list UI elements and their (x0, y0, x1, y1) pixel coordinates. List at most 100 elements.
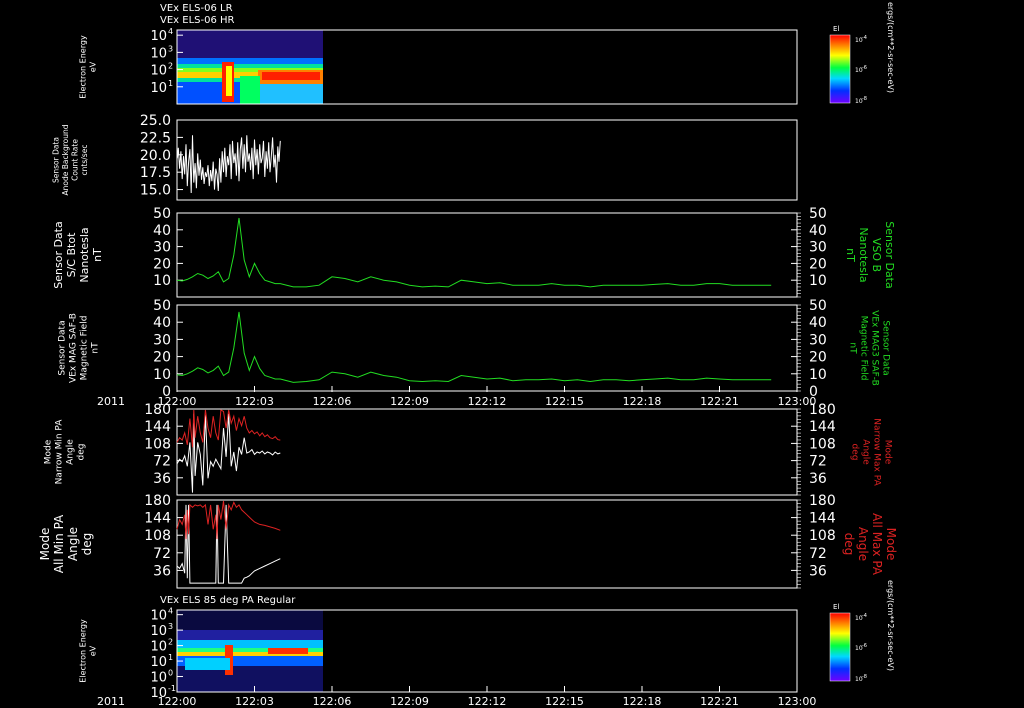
p5-ytick-label-0: 36 (153, 471, 171, 487)
p5-right-label-line-1: Narrow Max PA (872, 418, 882, 486)
p2-ylabel-line-0: Sensor Data (51, 137, 60, 183)
p3-ylabel-line-0: Sensor Data (52, 221, 65, 288)
p3-ytick-right-label-4: 50 (809, 206, 827, 222)
p7-ytick-exp-5: 4 (168, 607, 173, 616)
p1-ytick-exp-0: 1 (168, 79, 173, 88)
p3-ytick-right-label-0: 10 (809, 273, 827, 289)
p2-ytick-label-1: 17.5 (140, 165, 171, 181)
p4-xtick-label-2: 122:06 (313, 395, 352, 408)
p6-ylabel-line-2: Angle (66, 527, 80, 561)
panel1-spectrogram (177, 30, 323, 104)
p4-xtick-label-7: 122:21 (700, 395, 739, 408)
p4-ytick-right-label-4: 40 (809, 315, 827, 331)
p5-ytick-right-label-0: 36 (809, 471, 827, 487)
p7-xtick-label-8: 123:00 (778, 695, 817, 708)
p4-ylabel-line-3: nT (91, 342, 101, 354)
p1-ytick-label-3: 10 (150, 29, 167, 44)
p7-ytick-exp-3: 2 (168, 638, 173, 647)
p7-xtick-label-4: 122:12 (468, 695, 507, 708)
p5-ytick-right-label-2: 108 (809, 436, 836, 452)
p4-right-label-line-2: Magnetic Field (859, 316, 869, 381)
p4-ytick-right-label-1: 10 (809, 367, 827, 383)
p4-ytick-right-label-5: 50 (809, 298, 827, 314)
p6-ytick-right-label-0: 36 (809, 563, 827, 579)
p2-ytick-label-0: 15.0 (140, 183, 171, 199)
p4-year-label: 2011 (97, 395, 125, 408)
p4-xtick-label-5: 122:15 (545, 395, 584, 408)
panel1-title-1: VEx ELS-06 LR (160, 3, 233, 14)
p3-right-label-line-0: Sensor Data (883, 221, 896, 288)
p5-ytick-right-label-1: 72 (809, 454, 827, 470)
p5-right-label-line-0: Mode (883, 440, 893, 465)
p3-ytick-label-0: 10 (153, 273, 171, 289)
p6-ylabel-line-3: deg (80, 533, 94, 556)
p7-ytick-exp-2: 1 (168, 653, 173, 662)
panel7-title: VEx ELS 85 deg PA Regular (160, 595, 296, 606)
p1-ytick-exp-3: 4 (168, 27, 173, 36)
p7-ylabel-line-1: eV (89, 645, 98, 656)
p7-ytick-label-4: 10 (150, 624, 167, 639)
p2-ylabel-line-2: Count Rate (70, 139, 79, 181)
p6-right-label-line-3: deg (842, 533, 856, 556)
colorbar-bottom-tick-2-exp: -6 (862, 643, 867, 649)
p3-ylabel-line-3: nT (91, 248, 104, 262)
p6-ytick-label-1: 72 (153, 546, 171, 562)
p6-ylabel-line-1: All Min PA (52, 514, 66, 573)
p6-right-label-line-2: Angle (856, 527, 870, 561)
p7-xtick-label-5: 122:15 (545, 695, 584, 708)
p6-ylabel-line-0: Mode (38, 528, 52, 561)
p5-ylabel-line-2: Angle (66, 439, 76, 465)
p6-ytick-right-label-2: 108 (809, 528, 836, 544)
p1-ytick-label-2: 10 (150, 46, 167, 61)
p3-ytick-label-1: 20 (153, 256, 171, 272)
p5-ytick-label-1: 72 (153, 454, 171, 470)
p5-ylabel-line-3: deg (77, 444, 87, 461)
p3-ytick-right-label-2: 30 (809, 240, 827, 256)
colorbar-top-tick-3-exp: -8 (862, 96, 867, 102)
p3-ylabel-line-1: S/C Btot (65, 232, 78, 277)
p4-right-label-line-3: nT (848, 342, 858, 354)
p2-ytick-label-4: 25.0 (140, 113, 171, 129)
p7-xtick-label-2: 122:06 (313, 695, 352, 708)
p7-xtick-label-6: 122:18 (623, 695, 662, 708)
p2-ylabel-line-1: Anode Background (61, 124, 70, 195)
p4-ytick-label-3: 30 (153, 332, 171, 348)
p2-ytick-label-3: 22.5 (140, 130, 171, 146)
p6-right-label-line-1: All Max PA (870, 513, 884, 576)
p6-ytick-right-label-3: 144 (809, 511, 836, 527)
p5-ylabel-line-1: Narrow Min PA (55, 419, 65, 485)
p4-ytick-right-label-2: 20 (809, 350, 827, 366)
p5-right-label-line-3: deg (850, 444, 860, 461)
p4-xtick-label-0: 122:00 (158, 395, 197, 408)
colorbar-top-units: ergs/(cm**2-sr-sec-eV) (886, 2, 895, 93)
p3-right-label-line-1: VSO B (870, 238, 883, 272)
p1-ytick-exp-2: 3 (168, 44, 173, 53)
p7-ylabel-line-0: Electron Energy (79, 619, 88, 683)
p1-ytick-exp-1: 2 (168, 62, 173, 71)
p2-ylabel-line-3: cnts/sec (80, 145, 89, 176)
p7-xtick-label-7: 122:21 (700, 695, 739, 708)
p1-ylabel-line-0: Electron Energy (79, 35, 88, 99)
colorbar-top-tick-1-exp: -4 (862, 35, 867, 41)
p2-ytick-label-2: 20.0 (140, 148, 171, 164)
p4-xtick-label-1: 122:03 (235, 395, 274, 408)
p4-xtick-label-3: 122:09 (390, 395, 429, 408)
p7-xtick-label-3: 122:09 (390, 695, 429, 708)
p3-ytick-right-label-3: 40 (809, 223, 827, 239)
p3-ytick-right-label-1: 20 (809, 256, 827, 272)
panel7-spectrogram (177, 610, 323, 692)
p4-ytick-right-label-3: 30 (809, 332, 827, 348)
p4-ytick-label-1: 10 (153, 367, 171, 383)
p7-ytick-exp-0: -1 (168, 684, 176, 693)
p4-ylabel-line-2: Magnetic Field (80, 316, 90, 381)
p4-ylabel-line-1: VEx MAG SAF-B (69, 313, 79, 383)
colorbar-top-title: El (833, 25, 839, 33)
p3-ytick-label-4: 50 (153, 206, 171, 222)
p4-right-label-line-0: Sensor Data (881, 320, 891, 375)
p6-ytick-right-label-1: 72 (809, 546, 827, 562)
p1-ytick-label-1: 10 (150, 64, 167, 79)
p5-ytick-label-2: 108 (144, 436, 171, 452)
p5-ytick-label-3: 144 (144, 419, 171, 435)
p1-ytick-label-0: 10 (150, 81, 167, 96)
p7-ytick-label-5: 10 (150, 609, 167, 624)
